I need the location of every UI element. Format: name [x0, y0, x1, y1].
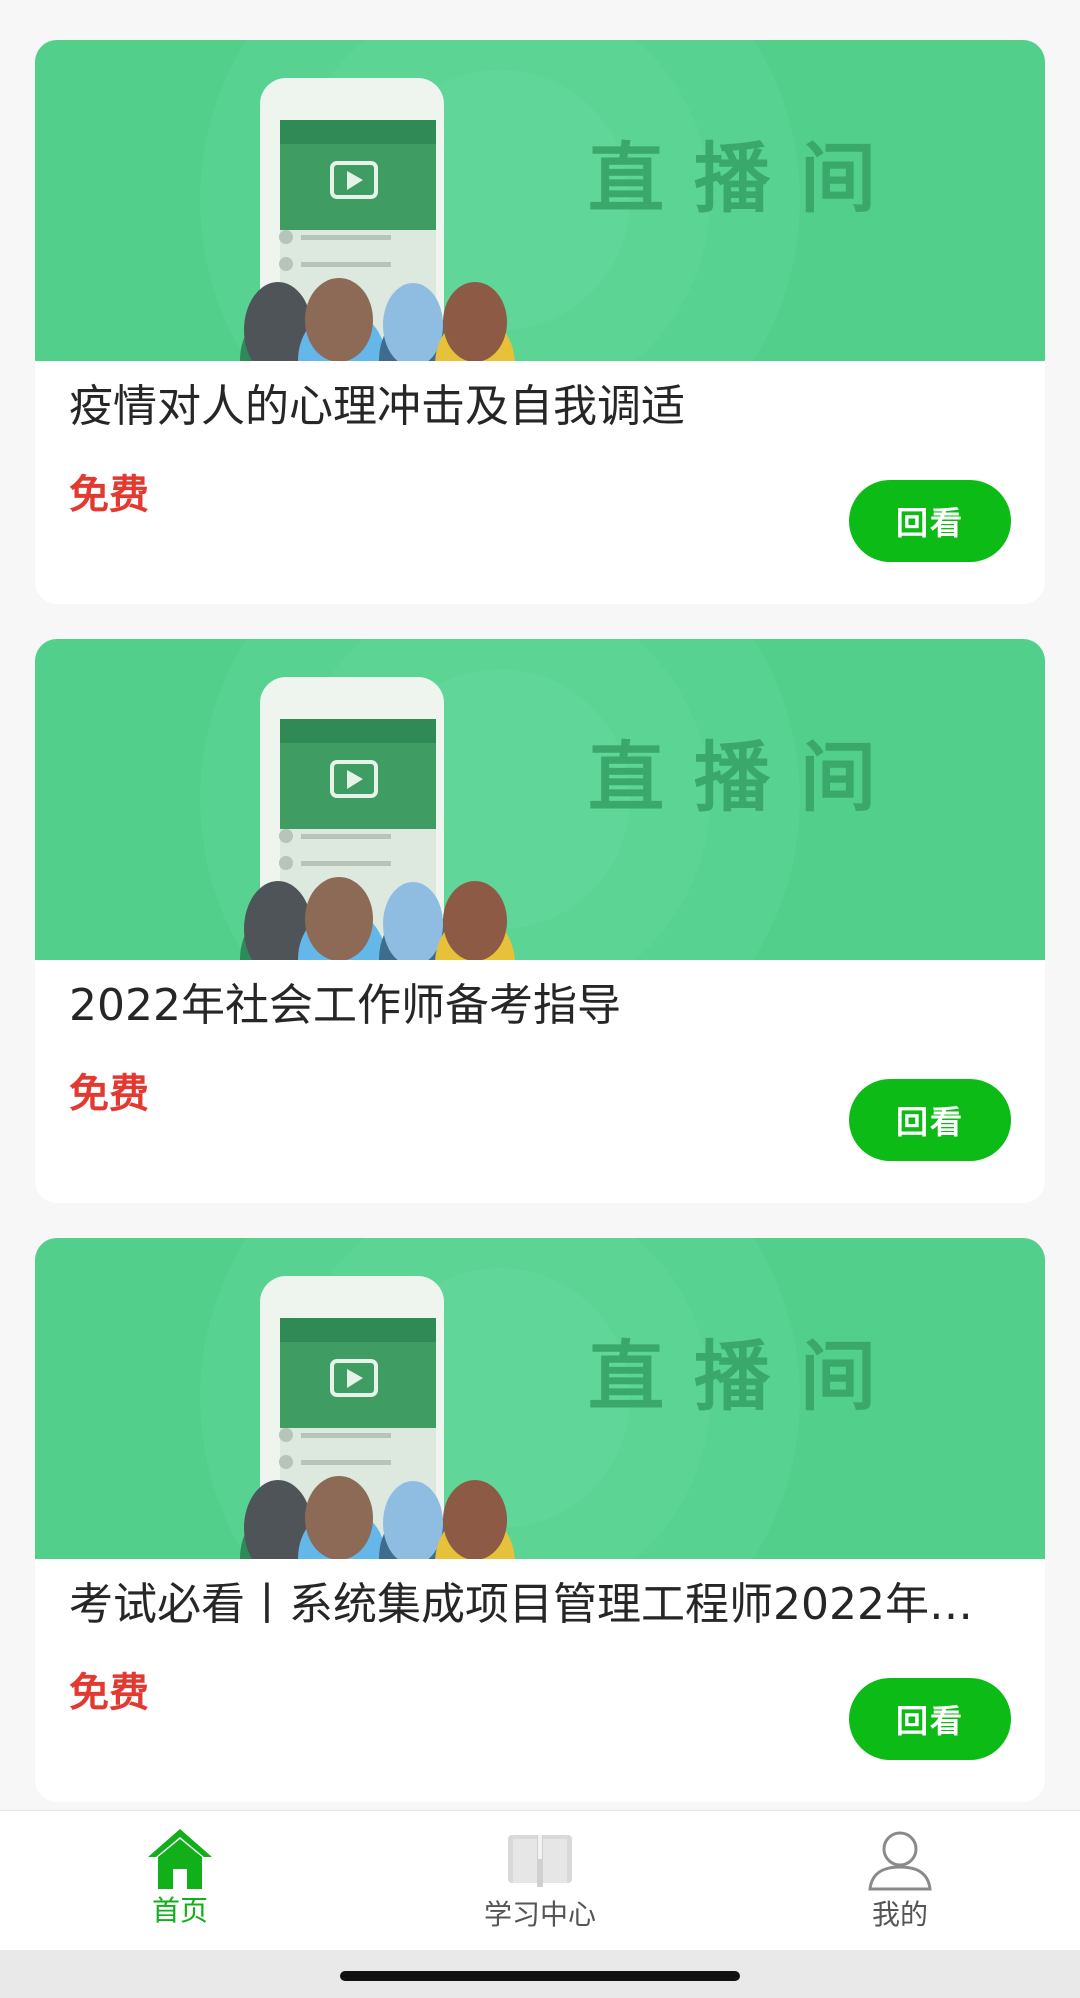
course-thumbnail: 直播间	[35, 40, 1045, 361]
replay-button[interactable]: 回看	[849, 1079, 1011, 1161]
user-icon	[868, 1827, 932, 1891]
home-indicator[interactable]	[340, 1971, 740, 1981]
course-list: 直播间 疫情对人的心理冲击及自我调适 免费 回看 直播间 2022年社会工作师备…	[0, 0, 1080, 1810]
course-thumbnail: 直播间	[35, 639, 1045, 960]
course-title: 2022年社会工作师备考指导	[69, 980, 621, 1031]
price-label: 免费	[69, 1071, 149, 1117]
course-title: 考试必看丨系统集成项目管理工程师2022年…	[69, 1579, 973, 1630]
banner-text: 直播间	[588, 134, 906, 223]
tab-label: 首页	[151, 1894, 208, 1927]
banner-text: 直播间	[588, 733, 906, 822]
course-card[interactable]: 直播间 疫情对人的心理冲击及自我调适 免费 回看	[35, 40, 1045, 604]
price-label: 免费	[69, 472, 149, 518]
course-card[interactable]: 直播间 考试必看丨系统集成项目管理工程师2022年… 免费 回看	[35, 1238, 1045, 1802]
tab-label: 我的	[871, 1898, 928, 1931]
home-indicator-area	[0, 1950, 1080, 1998]
tab-label: 学习中心	[483, 1898, 596, 1931]
tab-mine[interactable]: 我的	[720, 1811, 1080, 1951]
book-icon	[508, 1827, 572, 1891]
replay-button[interactable]: 回看	[849, 1678, 1011, 1760]
course-thumbnail: 直播间	[35, 1238, 1045, 1559]
replay-button[interactable]: 回看	[849, 480, 1011, 562]
bottom-tab-bar: 首页 学习中心 我的	[0, 1810, 1080, 1951]
course-card[interactable]: 直播间 2022年社会工作师备考指导 免费 回看	[35, 639, 1045, 1203]
banner-text: 直播间	[588, 1332, 906, 1421]
home-icon	[148, 1827, 212, 1891]
course-title: 疫情对人的心理冲击及自我调适	[69, 381, 685, 432]
price-label: 免费	[69, 1670, 149, 1716]
tab-learning-center[interactable]: 学习中心	[360, 1811, 720, 1951]
tab-home[interactable]: 首页	[0, 1811, 360, 1951]
